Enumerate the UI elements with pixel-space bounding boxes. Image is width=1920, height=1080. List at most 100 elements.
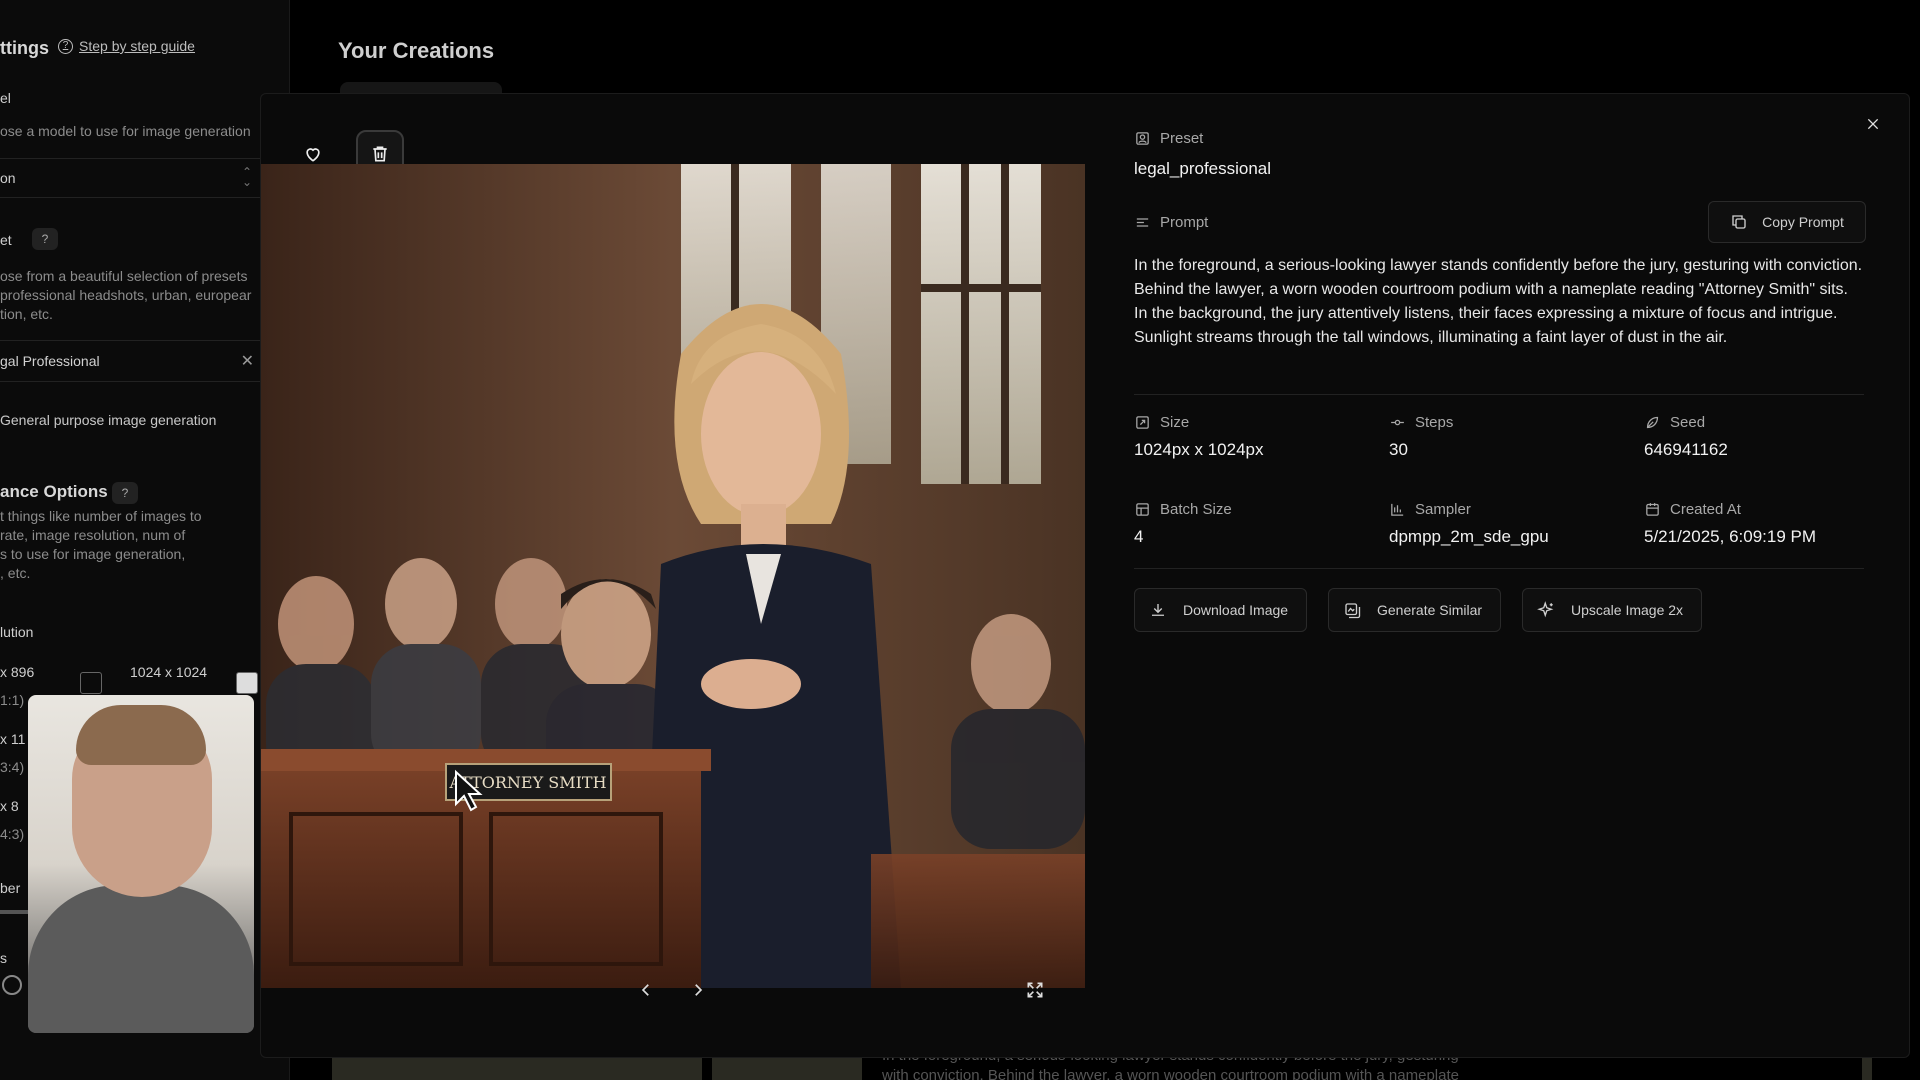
- fullscreen-button[interactable]: [1019, 974, 1051, 1006]
- steps-field-label: Steps: [1389, 414, 1453, 431]
- model-select-value: on: [0, 170, 16, 186]
- presenter-body: [28, 885, 254, 1033]
- prompt-icon: [1136, 218, 1149, 227]
- preset-icon: [1136, 132, 1149, 145]
- sidebar-title: ttings: [0, 38, 49, 58]
- advance-desc-line-2: rate, image resolution, num of: [0, 527, 186, 543]
- resolution-option-c[interactable]: x 11: [0, 731, 25, 747]
- resolution-a-checkbox[interactable]: [80, 672, 102, 694]
- seed-icon: [1646, 416, 1659, 429]
- model-select[interactable]: on ⌃ ⌄: [0, 158, 262, 198]
- step-by-step-guide-link[interactable]: ? Step by step guide: [58, 38, 195, 54]
- advance-help-badge[interactable]: ?: [112, 482, 138, 504]
- preset-select-value: gal Professional: [0, 353, 100, 369]
- divider: [1134, 394, 1864, 395]
- seed-value: 646941162: [1644, 440, 1728, 459]
- webcam-overlay: [28, 695, 254, 1033]
- preset-description-line-2: professional headshots, urban, europear: [0, 287, 252, 303]
- resolution-option-a-ratio: 1:1): [0, 692, 25, 708]
- preset-value: legal_professional: [1134, 159, 1272, 178]
- preset-help-badge[interactable]: ?: [32, 228, 58, 250]
- gallery-prompt-line-2: with conviction. Behind the lawyer, a wo…: [882, 1067, 1459, 1080]
- seed-field-label: Seed: [1644, 414, 1705, 431]
- size-value: 1024px x 1024px: [1134, 440, 1264, 459]
- steps-slider-knob[interactable]: [2, 975, 22, 995]
- chevron-right-icon: [695, 984, 703, 996]
- generate-similar-label: Generate Similar: [1377, 602, 1483, 618]
- upscale-image-button[interactable]: Upscale Image 2x: [1522, 588, 1703, 632]
- size-label-text: Size: [1160, 414, 1190, 431]
- preset-label-text: Preset: [1160, 130, 1204, 147]
- created-at-value: 5/21/2025, 6:09:19 PM: [1644, 527, 1817, 546]
- number-label: ber: [0, 880, 21, 896]
- download-icon: [1152, 604, 1164, 616]
- clear-preset-icon[interactable]: ✕: [241, 351, 254, 371]
- download-image-button[interactable]: Download Image: [1134, 588, 1308, 632]
- preset-field-label: Preset: [1134, 130, 1203, 147]
- advance-desc-line-4: , etc.: [0, 565, 31, 581]
- generated-image: ATTORNEY SMITH: [261, 164, 1085, 988]
- preset-description-line-1: ose from a beautiful selection of preset…: [0, 268, 248, 284]
- guide-link-label: Step by step guide: [79, 38, 195, 54]
- preset-label: et: [0, 232, 12, 248]
- resolution-option-b[interactable]: 1024 x 1024: [130, 664, 207, 680]
- prompt-label-text: Prompt: [1160, 214, 1209, 231]
- batch-icon: [1136, 503, 1149, 516]
- model-label: el: [0, 90, 11, 106]
- steps-label: s: [0, 950, 7, 966]
- similar-icon: [1345, 603, 1361, 619]
- next-image-button[interactable]: [682, 974, 714, 1006]
- help-circle-icon: ?: [58, 38, 73, 54]
- resolution-option-c-ratio: 3:4): [0, 759, 25, 775]
- preset-select[interactable]: gal Professional ✕: [0, 340, 262, 382]
- generate-similar-button[interactable]: Generate Similar: [1328, 588, 1502, 632]
- presenter-hair: [76, 705, 206, 765]
- resolution-b-checkbox[interactable]: [236, 672, 258, 694]
- resolution-option-a[interactable]: x 896: [0, 664, 34, 680]
- steps-label-text: Steps: [1415, 414, 1454, 431]
- chevron-left-icon: [641, 984, 649, 996]
- sparkle-icon: [1537, 601, 1554, 618]
- resolution-option-d[interactable]: x 8: [0, 798, 19, 814]
- copy-prompt-button[interactable]: Copy Prompt: [1708, 201, 1866, 243]
- size-icon: [1136, 416, 1149, 429]
- copy-icon: [1732, 215, 1746, 229]
- batch-size-label-text: Batch Size: [1160, 501, 1232, 518]
- upscale-image-label: Upscale Image 2x: [1571, 602, 1684, 618]
- gallery-thumbnail[interactable]: [1862, 1058, 1872, 1080]
- trash-icon: [373, 146, 387, 162]
- advance-desc-line-3: s to use for image generation,: [0, 546, 186, 562]
- image-detail-modal: ATTORNEY SMITH Preset legal_professional…: [260, 93, 1910, 1058]
- sampler-icon: [1391, 503, 1404, 516]
- created-at-label-text: Created At: [1670, 501, 1741, 518]
- previous-image-button[interactable]: [630, 974, 662, 1006]
- prompt-text: In the foreground, a serious-looking law…: [1134, 257, 1863, 346]
- resolution-label: lution: [0, 624, 34, 640]
- courtroom-illustration: ATTORNEY SMITH: [261, 164, 1085, 988]
- steps-icon: [1391, 419, 1404, 426]
- advance-options-title: ance Options: [0, 482, 108, 501]
- gallery-thumbnail[interactable]: [712, 1058, 862, 1080]
- expand-icon: [1027, 982, 1043, 998]
- created-at-field-label: Created At: [1644, 501, 1741, 518]
- download-image-label: Download Image: [1183, 602, 1289, 618]
- heart-icon: [306, 148, 320, 162]
- gallery-thumbnail[interactable]: [332, 1058, 702, 1080]
- preset-subtitle: General purpose image generation: [0, 412, 217, 428]
- prompt-field-label: Prompt: [1134, 214, 1208, 231]
- updown-chevron-icon: ⌃ ⌄: [241, 165, 252, 189]
- batch-size-field-label: Batch Size: [1134, 501, 1232, 518]
- advance-desc-line-1: t things like number of images to: [0, 508, 202, 524]
- calendar-icon: [1646, 503, 1659, 516]
- sampler-field-label: Sampler: [1389, 501, 1471, 518]
- copy-prompt-label: Copy Prompt: [1762, 214, 1844, 230]
- seed-label-text: Seed: [1670, 414, 1706, 431]
- batch-size-value: 4: [1134, 527, 1144, 546]
- divider: [1134, 568, 1864, 569]
- steps-value: 30: [1389, 440, 1408, 459]
- sampler-value: dpmpp_2m_sde_gpu: [1389, 527, 1549, 546]
- resolution-option-d-ratio: 4:3): [0, 826, 25, 842]
- page-title: Your Creations: [338, 38, 495, 63]
- sampler-label-text: Sampler: [1415, 501, 1471, 518]
- preset-description-line-3: tion, etc.: [0, 306, 53, 322]
